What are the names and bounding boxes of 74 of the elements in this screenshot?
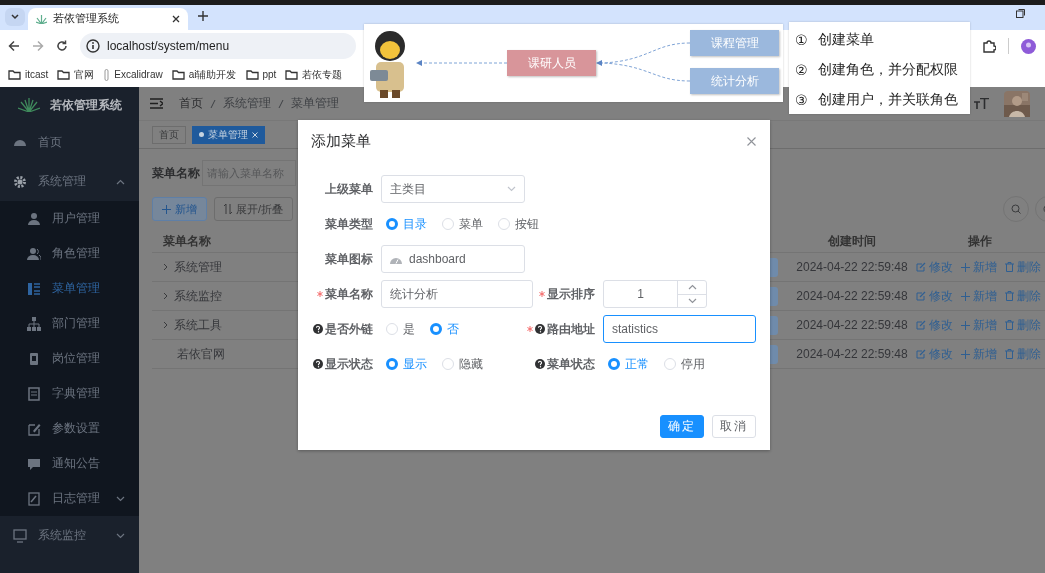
radio-option[interactable]: 按钮 [498,215,539,233]
menu-item[interactable]: 菜单管理 [0,271,139,306]
bookmark[interactable]: ppt [245,69,277,80]
radio-option[interactable]: 隐藏 [442,355,483,373]
radio-option[interactable]: 目录 [386,215,427,233]
address-bar[interactable]: localhost/system/menu [80,33,356,59]
menu-item[interactable]: 部门管理 [0,306,139,341]
field-label: 是否外链 [325,320,373,338]
app-title: 若依管理系统 [49,96,122,114]
field-label: 菜单名称 [325,285,373,303]
radio-option[interactable]: 停用 [664,355,705,373]
table-cell: 系统管理 [174,258,222,276]
text-field[interactable]: statistics [603,315,756,343]
step-text: 创建菜单 [817,31,874,49]
add-button[interactable]: 新增 [152,197,207,221]
column-header: 菜单名称 [152,231,288,253]
field-label: 路由地址 [547,320,595,338]
icon-field[interactable]: dashboard [381,245,525,273]
diagram-node: 统计分析 [690,68,779,94]
field-label: 菜单名称 [152,164,200,182]
column-header: 操作 [914,231,1045,253]
breadcrumb-item: 菜单管理 [291,95,339,112]
text-field[interactable]: 统计分析 [381,280,533,308]
select-field[interactable]: 主类目 [381,175,525,203]
page-tab[interactable]: 首页 [152,125,186,144]
table-cell: 2024-04-22 22:59:48 [790,253,914,282]
step-number: ② [795,62,808,78]
field-label: 菜单状态 [547,355,595,373]
bookmark[interactable]: ai辅助开发 [171,67,237,82]
field-label: 菜单类型 [325,215,373,233]
bookmark[interactable]: itcast [8,69,49,80]
step-number: ① [795,32,808,48]
breadcrumb-item[interactable]: 首页 [179,95,203,112]
field-label: 显示排序 [547,285,595,303]
menu-item[interactable]: 岗位管理 [0,341,139,376]
menu-item[interactable]: 日志管理 [0,481,139,516]
menu-item[interactable]: 首页 [0,123,139,162]
table-cell: 系统工具 [174,316,222,334]
radio-option[interactable]: 正常 [608,355,649,373]
field-label: 上级菜单 [325,180,373,198]
browser-tab[interactable]: 若依管理系统 [28,8,188,30]
menu-item[interactable]: 用户管理 [0,201,139,236]
confirm-button[interactable]: 确定 [660,415,704,438]
cancel-button[interactable]: 取消 [712,415,756,438]
field-label: 菜单图标 [325,250,373,268]
diagram-node: 课程管理 [690,30,779,56]
menu-item[interactable]: 通知公告 [0,446,139,481]
bookmark[interactable]: Excalidraw [103,68,163,81]
step-text: 创建角色，并分配权限 [817,61,958,79]
table-cell: 2024-04-22 22:59:48 [790,311,914,340]
diagram-node: 课研人员 [507,50,596,76]
table-cell: 2024-04-22 22:59:48 [790,282,914,311]
table-cell: 2024-04-22 22:59:48 [790,340,914,369]
dialog-title: 添加菜单 [311,131,371,151]
radio-option[interactable]: 菜单 [442,215,483,233]
menu-item[interactable]: 系统管理 [0,162,139,201]
step-number: ③ [795,92,808,108]
radio-option[interactable]: 否 [430,320,459,338]
table-cell: 系统监控 [174,287,222,305]
radio-option[interactable]: 显示 [386,355,427,373]
page-tab[interactable]: 菜单管理 [192,125,265,144]
menu-item[interactable]: 系统监控 [0,516,139,555]
table-cell: 若依官网 [177,345,225,363]
menu-item[interactable]: 角色管理 [0,236,139,271]
field-label: 显示状态 [325,355,373,373]
menu-item[interactable]: 字典管理 [0,376,139,411]
column-header: 创建时间 [790,231,914,253]
radio-option[interactable]: 是 [386,320,415,338]
bookmark[interactable]: 官网 [57,67,95,82]
breadcrumb-item[interactable]: 系统管理 [223,95,271,112]
expand-collapse-button[interactable]: 展开/折叠 [214,197,294,221]
menu-item[interactable]: 参数设置 [0,411,139,446]
bookmark[interactable]: 若依专题 [285,67,343,82]
step-text: 创建用户，并关联角色 [817,91,958,109]
